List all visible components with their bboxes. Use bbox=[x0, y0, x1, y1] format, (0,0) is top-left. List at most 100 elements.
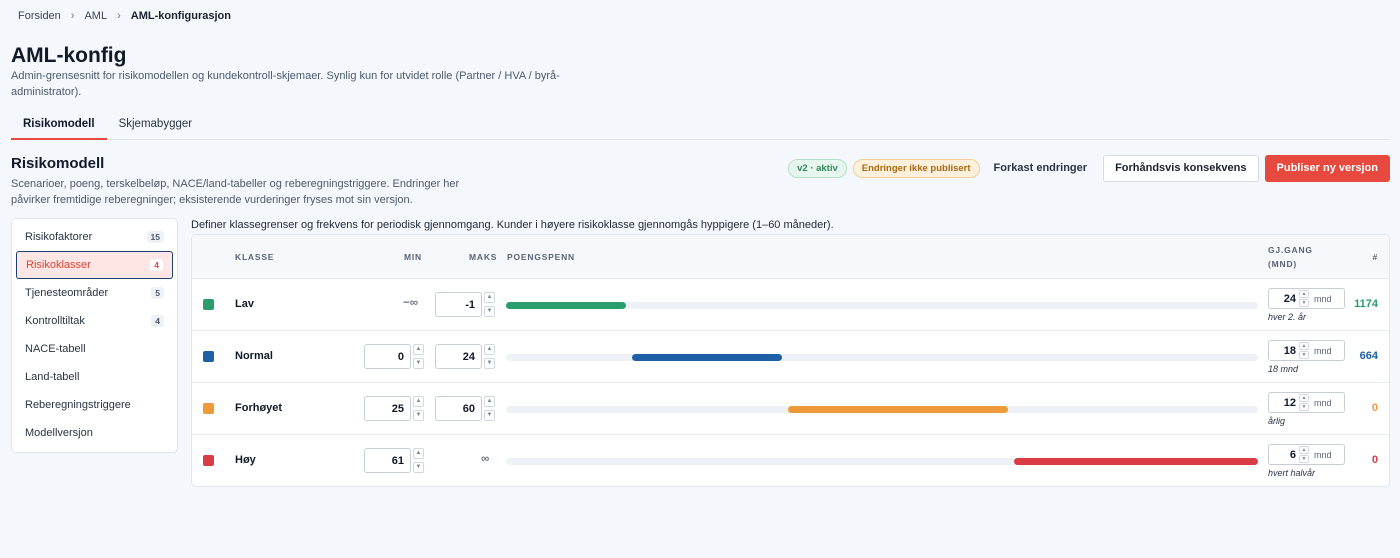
table-row: Normal 0 ▲ ▼ 24 ▲ ▼ 18 ▲ ▼ mnd 18 mnd 664 bbox=[192, 331, 1389, 383]
score-span-bar bbox=[788, 406, 1008, 413]
publish-version-button[interactable]: Publiser ny versjon bbox=[1264, 154, 1390, 182]
sidebar-item-risikofaktorer[interactable]: Risikofaktorer 15 bbox=[16, 223, 173, 251]
increment-icon[interactable]: ▲ bbox=[1299, 446, 1309, 454]
score-span-bar bbox=[1013, 458, 1258, 465]
breadcrumb-separator: › bbox=[70, 10, 75, 22]
score-span-track bbox=[506, 406, 1258, 413]
class-name: Forhøyet bbox=[235, 402, 283, 414]
breadcrumb-separator: › bbox=[117, 10, 121, 22]
increment-icon[interactable]: ▲ bbox=[484, 292, 495, 303]
version-badge: v2 · aktiv bbox=[788, 158, 847, 178]
min-value: −∞ bbox=[403, 297, 418, 309]
frequency-stepper[interactable]: 18 ▲ ▼ mnd bbox=[1268, 340, 1345, 361]
decrement-icon[interactable]: ▼ bbox=[484, 358, 495, 369]
header-gjgang-unit: (MND) bbox=[1268, 259, 1298, 269]
max-stepper[interactable]: -1 ▲ ▼ bbox=[435, 292, 495, 317]
decrement-icon[interactable]: ▼ bbox=[413, 410, 424, 421]
increment-icon[interactable]: ▲ bbox=[1299, 342, 1309, 350]
tab-skjemabygger[interactable]: Skjemabygger bbox=[107, 110, 205, 140]
table-row: Lav −∞ -1 ▲ ▼ 24 ▲ ▼ mnd hver 2. år 1174 bbox=[192, 279, 1389, 331]
frequency-stepper[interactable]: 6 ▲ ▼ mnd bbox=[1268, 444, 1345, 465]
frequency-unit: mnd bbox=[1314, 397, 1332, 408]
header-count: # bbox=[1372, 252, 1378, 262]
decrement-icon[interactable]: ▼ bbox=[413, 462, 424, 473]
sidebar-item-nace-tabell[interactable]: NACE-tabell bbox=[16, 335, 173, 363]
max-value: ∞ bbox=[481, 453, 490, 465]
increment-icon[interactable]: ▲ bbox=[413, 448, 424, 459]
min-input[interactable]: 0 bbox=[364, 344, 411, 369]
count-badge: 5 bbox=[151, 287, 164, 299]
unpublished-badge: Endringer ikke publisert bbox=[852, 158, 980, 178]
decrement-icon[interactable]: ▼ bbox=[413, 358, 424, 369]
min-stepper[interactable]: 25 ▲ ▼ bbox=[364, 396, 424, 421]
max-input[interactable]: -1 bbox=[435, 292, 482, 317]
discard-changes-button[interactable]: Forkast endringer bbox=[986, 162, 1096, 174]
header-gjgang: GJ.GANG bbox=[1268, 245, 1313, 255]
sidebar-item-risikoklasser[interactable]: Risikoklasser 4 bbox=[16, 251, 173, 279]
score-span-track bbox=[506, 302, 1258, 309]
frequency-unit: mnd bbox=[1314, 293, 1332, 304]
frequency-input[interactable]: 24 bbox=[1269, 293, 1296, 305]
increment-icon[interactable]: ▲ bbox=[413, 344, 424, 355]
page-title: AML-konfig bbox=[11, 44, 127, 67]
frequency-note: 18 mnd bbox=[1268, 364, 1299, 374]
tab-risikomodell[interactable]: Risikomodell bbox=[11, 110, 107, 140]
decrement-icon[interactable]: ▼ bbox=[1299, 403, 1309, 411]
frequency-input[interactable]: 12 bbox=[1269, 397, 1296, 409]
increment-icon[interactable]: ▲ bbox=[484, 396, 495, 407]
customer-count: 0 bbox=[1371, 402, 1378, 414]
customer-count: 1174 bbox=[1354, 298, 1378, 310]
header-maks: MAKS bbox=[469, 252, 498, 262]
table-header: KLASSE MIN MAKS POENGSPENN GJ.GANG (MND)… bbox=[192, 235, 1389, 279]
score-span-track bbox=[506, 458, 1258, 465]
decrement-icon[interactable]: ▼ bbox=[1299, 299, 1309, 307]
count-badge: 15 bbox=[146, 231, 164, 243]
action-bar: v2 · aktiv Endringer ikke publisert Fork… bbox=[788, 154, 1390, 182]
class-color-swatch bbox=[203, 299, 214, 310]
score-span-bar bbox=[631, 354, 782, 361]
sidebar-item-label: Risikoklasser bbox=[26, 259, 91, 271]
score-span-bar bbox=[506, 302, 627, 309]
tab-bar: Risikomodell Skjemabygger bbox=[11, 110, 1390, 140]
decrement-icon[interactable]: ▼ bbox=[484, 306, 495, 317]
increment-icon[interactable]: ▲ bbox=[1299, 394, 1309, 402]
page-subtitle: Admin-grensesnitt for risikomodellen og … bbox=[11, 70, 560, 98]
preview-consequence-button[interactable]: Forhåndsvis konsekvens bbox=[1103, 154, 1259, 182]
frequency-stepper[interactable]: 12 ▲ ▼ mnd bbox=[1268, 392, 1345, 413]
count-badge: 4 bbox=[151, 315, 164, 327]
class-name: Normal bbox=[235, 350, 273, 362]
increment-icon[interactable]: ▲ bbox=[1299, 290, 1309, 298]
class-color-swatch bbox=[203, 351, 214, 362]
decrement-icon[interactable]: ▼ bbox=[1299, 351, 1309, 359]
table-row: Høy 61 ▲ ▼ ∞ 6 ▲ ▼ mnd hvert halvår 0 bbox=[192, 435, 1389, 486]
class-name: Høy bbox=[235, 454, 256, 466]
breadcrumb-aml[interactable]: AML bbox=[84, 10, 107, 22]
sidebar: Risikofaktorer 15 Risikoklasser 4 Tjenes… bbox=[11, 218, 178, 453]
increment-icon[interactable]: ▲ bbox=[484, 344, 495, 355]
decrement-icon[interactable]: ▼ bbox=[484, 410, 495, 421]
sidebar-item-reberegningstriggere[interactable]: Reberegningstriggere bbox=[16, 391, 173, 419]
sidebar-item-tjenesteomrader[interactable]: Tjenesteområder 5 bbox=[16, 279, 173, 307]
sidebar-item-land-tabell[interactable]: Land-tabell bbox=[16, 363, 173, 391]
sidebar-item-kontrolltiltak[interactable]: Kontrolltiltak 4 bbox=[16, 307, 173, 335]
sidebar-item-label: Reberegningstriggere bbox=[25, 399, 131, 411]
sidebar-item-label: Modellversjon bbox=[25, 427, 93, 439]
min-input[interactable]: 61 bbox=[364, 448, 411, 473]
frequency-input[interactable]: 6 bbox=[1269, 449, 1296, 461]
max-stepper[interactable]: 60 ▲ ▼ bbox=[435, 396, 495, 421]
min-stepper[interactable]: 0 ▲ ▼ bbox=[364, 344, 424, 369]
customer-count: 664 bbox=[1359, 350, 1378, 362]
breadcrumb-home[interactable]: Forsiden bbox=[18, 10, 61, 22]
frequency-stepper[interactable]: 24 ▲ ▼ mnd bbox=[1268, 288, 1345, 309]
header-min: MIN bbox=[404, 252, 422, 262]
frequency-input[interactable]: 18 bbox=[1269, 345, 1296, 357]
decrement-icon[interactable]: ▼ bbox=[1299, 455, 1309, 463]
min-input[interactable]: 25 bbox=[364, 396, 411, 421]
frequency-note: hver 2. år bbox=[1268, 312, 1307, 322]
min-stepper[interactable]: 61 ▲ ▼ bbox=[364, 448, 424, 473]
max-input[interactable]: 60 bbox=[435, 396, 482, 421]
max-stepper[interactable]: 24 ▲ ▼ bbox=[435, 344, 495, 369]
sidebar-item-modellversjon[interactable]: Modellversjon bbox=[16, 419, 173, 447]
max-input[interactable]: 24 bbox=[435, 344, 482, 369]
increment-icon[interactable]: ▲ bbox=[413, 396, 424, 407]
